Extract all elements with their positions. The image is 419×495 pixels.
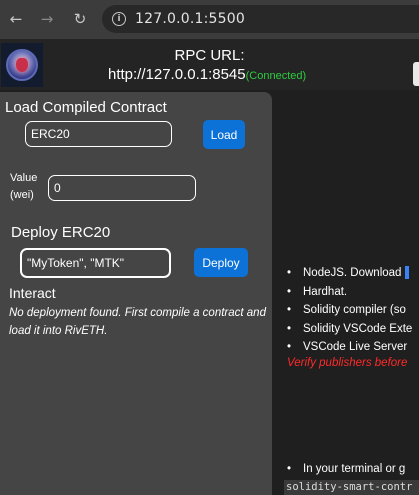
list-item: Hardhat. xyxy=(287,283,412,302)
constructor-args-input[interactable]: "MyToken", "MTK" xyxy=(20,248,171,278)
list-item: NodeJS. Download xyxy=(287,264,412,283)
list-item-text: VSCode Live Server xyxy=(303,341,408,353)
deploy-section-title: Deploy ERC20 xyxy=(11,224,111,241)
no-deployment-note: No deployment found. First compile a con… xyxy=(9,307,266,337)
publisher-warning: Verify publishers before xyxy=(287,357,408,369)
contract-panel: Load Compiled Contract ERC20 Load Value … xyxy=(0,92,272,495)
browser-toolbar: ← → ↻ i 127.0.0.1:5500 xyxy=(0,0,419,39)
list-item-text: Solidity VSCode Exte xyxy=(303,322,413,335)
value-label: Value (wei) xyxy=(10,170,37,204)
contract-name-input[interactable]: ERC20 xyxy=(25,121,172,147)
load-button[interactable]: Load xyxy=(203,120,245,149)
site-info-icon[interactable]: i xyxy=(112,12,126,26)
rpc-url-line: http://127.0.0.1:8545(Connected) xyxy=(108,66,306,83)
value-label-line2: (wei) xyxy=(10,189,34,201)
value-input[interactable]: 0 xyxy=(48,175,196,201)
forward-arrow-icon[interactable]: → xyxy=(36,8,58,30)
terminal-instruction: In your terminal or g xyxy=(287,463,405,475)
list-item-text: Hardhat. xyxy=(303,285,348,298)
rpc-label: RPC URL: xyxy=(174,47,245,64)
reload-icon[interactable]: ↻ xyxy=(69,8,91,30)
rpc-url: http://127.0.0.1:8545 xyxy=(108,66,246,83)
interact-section-title: Interact xyxy=(9,285,56,301)
address-bar[interactable]: i 127.0.0.1:5500 xyxy=(102,5,419,33)
list-item: Solidity VSCode Exte xyxy=(287,320,412,339)
download-link[interactable] xyxy=(404,266,409,280)
code-snippet: solidity-smart-contr xyxy=(284,480,419,495)
url-text: 127.0.0.1:5500 xyxy=(135,11,245,27)
connection-status: (Connected) xyxy=(245,70,307,82)
list-item: VSCode Live Server xyxy=(287,338,412,357)
value-label-line1: Value xyxy=(10,172,38,184)
requirements-list: NodeJS. Download Hardhat. Solidity compi… xyxy=(287,264,412,357)
deploy-button[interactable]: Deploy xyxy=(194,248,248,277)
header-action-button[interactable] xyxy=(413,62,419,86)
load-section-title: Load Compiled Contract xyxy=(5,99,167,116)
back-arrow-icon[interactable]: ← xyxy=(5,8,27,30)
list-item-text: Solidity compiler (so xyxy=(303,304,406,316)
list-item-text: NodeJS. Download xyxy=(303,267,402,279)
list-item: Solidity compiler (so xyxy=(287,301,412,320)
